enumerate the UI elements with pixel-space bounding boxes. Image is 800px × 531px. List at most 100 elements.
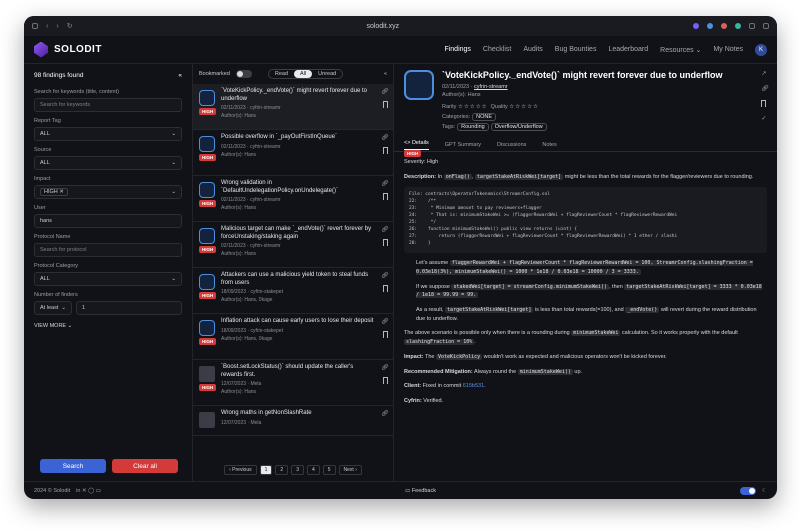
list-item[interactable]: HIGH `VoteKickPolicy._endVote()` might r… xyxy=(193,84,393,130)
cyfrin-paragraph: Cyfrin: Verified. xyxy=(404,397,444,404)
feedback-button[interactable]: ▭ Feedback xyxy=(101,488,740,494)
bookmark-icon[interactable] xyxy=(382,377,388,384)
nav-my-notes[interactable]: My Notes xyxy=(713,46,743,53)
list-item[interactable]: HIGH Possible overflow in `_payOutFirstI… xyxy=(193,130,393,176)
impact-select[interactable]: HIGH ✕ ⌄ xyxy=(34,185,182,199)
report-tag-select[interactable]: ALL ⌄ xyxy=(34,127,182,141)
report-tag-value: ALL xyxy=(40,131,50,137)
link-icon[interactable]: 🔗︎ xyxy=(761,85,769,92)
bookmark-icon[interactable] xyxy=(382,285,388,292)
nav-bug-bounties[interactable]: Bug Bounties xyxy=(555,46,597,53)
brand-name: SOLODIT xyxy=(54,44,102,55)
bookmark-icon[interactable] xyxy=(382,193,388,200)
user-input[interactable]: hans xyxy=(34,214,182,228)
tab-read[interactable]: Read xyxy=(269,70,294,78)
link-icon[interactable]: 🔗︎ xyxy=(381,318,389,325)
list-item[interactable]: HIGH Inflation attack can cause early us… xyxy=(193,314,393,360)
collapse-icon[interactable]: « xyxy=(178,72,182,79)
finding-title: Wrong maths in getNonSlashRate xyxy=(221,410,312,416)
sidebar-toggle-icon[interactable] xyxy=(32,23,38,29)
shield-icon xyxy=(404,70,434,100)
tab-notes[interactable]: Notes xyxy=(542,142,556,148)
quality-stars[interactable]: ☆☆☆☆☆ xyxy=(509,104,539,110)
nav-findings[interactable]: Findings xyxy=(444,46,470,53)
rarity-stars[interactable]: ☆☆☆☆☆ xyxy=(458,104,488,110)
protocol-category-label: Protocol Category xyxy=(34,263,79,269)
page-5-button[interactable]: 5 xyxy=(322,465,336,475)
tag-pill[interactable]: Overflow/Underflow xyxy=(490,123,547,131)
finding-authors: Author(s): Hans xyxy=(221,251,257,258)
tab-discussions[interactable]: Discussions xyxy=(497,142,526,148)
social-icons[interactable]: in ✕ ◯ ▭ xyxy=(76,488,101,494)
theme-toggle[interactable] xyxy=(740,486,757,495)
bookmark-icon[interactable] xyxy=(382,147,388,154)
findings-count: 98 findings found xyxy=(34,72,84,79)
keywords-input[interactable]: Search for keywords xyxy=(34,98,182,112)
protocol-name-input[interactable]: Search for protocol xyxy=(34,243,182,257)
impact-chip[interactable]: HIGH ✕ xyxy=(40,188,68,196)
severity-badge: HIGH xyxy=(199,338,217,345)
finding-detail: ↗ 🔗︎ ✓ `VoteKickPolicy._endVote()` might… xyxy=(394,64,777,481)
collapse-icon[interactable]: « xyxy=(384,71,387,77)
tag-pill[interactable]: Rounding xyxy=(457,123,489,131)
view-more-button[interactable]: VIEW MORE ⌄ xyxy=(34,323,182,329)
filter-panel: 98 findings found « Search for keywords (… xyxy=(24,64,192,481)
clear-all-button[interactable]: Clear all xyxy=(112,459,178,473)
tab-all[interactable]: All xyxy=(294,70,313,78)
page-1-button[interactable]: 1 xyxy=(259,465,273,475)
page-4-button[interactable]: 4 xyxy=(306,465,320,475)
source-select[interactable]: ALL ⌄ xyxy=(34,156,182,170)
back-icon[interactable]: ‹ xyxy=(46,23,48,30)
link-icon[interactable]: 🔗︎ xyxy=(381,272,389,279)
bookmark-icon[interactable] xyxy=(382,331,388,338)
extension-icon[interactable] xyxy=(693,23,699,29)
link-icon[interactable]: 🔗︎ xyxy=(381,180,389,187)
protocol-category-select[interactable]: ALL ⌄ xyxy=(34,272,182,286)
link-icon[interactable]: 🔗︎ xyxy=(381,88,389,95)
page-2-button[interactable]: 2 xyxy=(275,465,289,475)
tab-unread[interactable]: Unread xyxy=(312,70,342,78)
nav-leaderboard[interactable]: Leaderboard xyxy=(608,46,648,53)
previous-page-button[interactable]: ‹ Previous xyxy=(224,465,257,475)
tab-details[interactable]: <> Details xyxy=(404,140,429,150)
nav-resources[interactable]: Resources ⌄ xyxy=(660,46,701,54)
extension-icon[interactable] xyxy=(707,23,713,29)
logo[interactable]: SOLODIT xyxy=(34,41,102,58)
mitigation-paragraph: Recommended Mitigation: Always round the… xyxy=(404,368,583,375)
link-icon[interactable]: 🔗︎ xyxy=(381,134,389,141)
bookmarked-toggle[interactable] xyxy=(235,70,252,78)
avatar[interactable]: K xyxy=(755,43,767,56)
link-icon[interactable]: 🔗︎ xyxy=(381,226,389,233)
next-page-button[interactable]: Next › xyxy=(338,465,362,475)
open-external-icon[interactable]: ↗ xyxy=(761,70,769,77)
list-item[interactable]: Wrong maths in getNonSlashRate 12/07/2023… xyxy=(193,406,393,436)
new-tab-icon[interactable] xyxy=(763,23,769,29)
list-item[interactable]: HIGH Wrong validation in `DefaultUndeleg… xyxy=(193,176,393,222)
nav-audits[interactable]: Audits xyxy=(523,46,542,53)
check-icon[interactable]: ✓ xyxy=(761,115,769,122)
reload-icon[interactable]: ↻ xyxy=(67,22,73,30)
firm-link[interactable]: cyfrin-streamr xyxy=(474,84,508,90)
forward-icon[interactable]: › xyxy=(56,23,58,30)
extension-icon[interactable] xyxy=(735,23,741,29)
finders-operator-select[interactable]: At least ⌄ xyxy=(34,301,72,315)
share-icon[interactable] xyxy=(749,23,755,29)
bookmark-icon[interactable] xyxy=(761,100,767,107)
browser-window: ‹ › ↻ solodit.xyz SOLODIT Findings Check… xyxy=(24,16,777,499)
list-item[interactable]: HIGH Attackers can use a malicious yield… xyxy=(193,268,393,314)
search-button[interactable]: Search xyxy=(40,459,106,473)
page-3-button[interactable]: 3 xyxy=(291,465,304,475)
bookmark-icon[interactable] xyxy=(382,101,388,108)
findings-list: Bookmarked Read All Unread « HIGH `VoteK… xyxy=(192,64,394,481)
commit-link[interactable]: 615b531 xyxy=(463,383,484,389)
tab-gpt-summary[interactable]: GPT Summary xyxy=(445,142,481,148)
extension-icon[interactable] xyxy=(721,23,727,29)
list-item[interactable]: HIGH `Boost.setLockStatus()` should upda… xyxy=(193,360,393,406)
nav-checklist[interactable]: Checklist xyxy=(483,46,511,53)
link-icon[interactable]: 🔗︎ xyxy=(381,364,389,371)
link-icon[interactable]: 🔗︎ xyxy=(381,410,389,417)
bookmark-icon[interactable] xyxy=(382,239,388,246)
list-item[interactable]: HIGH Malicious target can make `_endVote… xyxy=(193,222,393,268)
address-bar[interactable]: solodit.xyz xyxy=(81,23,685,30)
finders-count-input[interactable]: 1 xyxy=(76,301,182,315)
